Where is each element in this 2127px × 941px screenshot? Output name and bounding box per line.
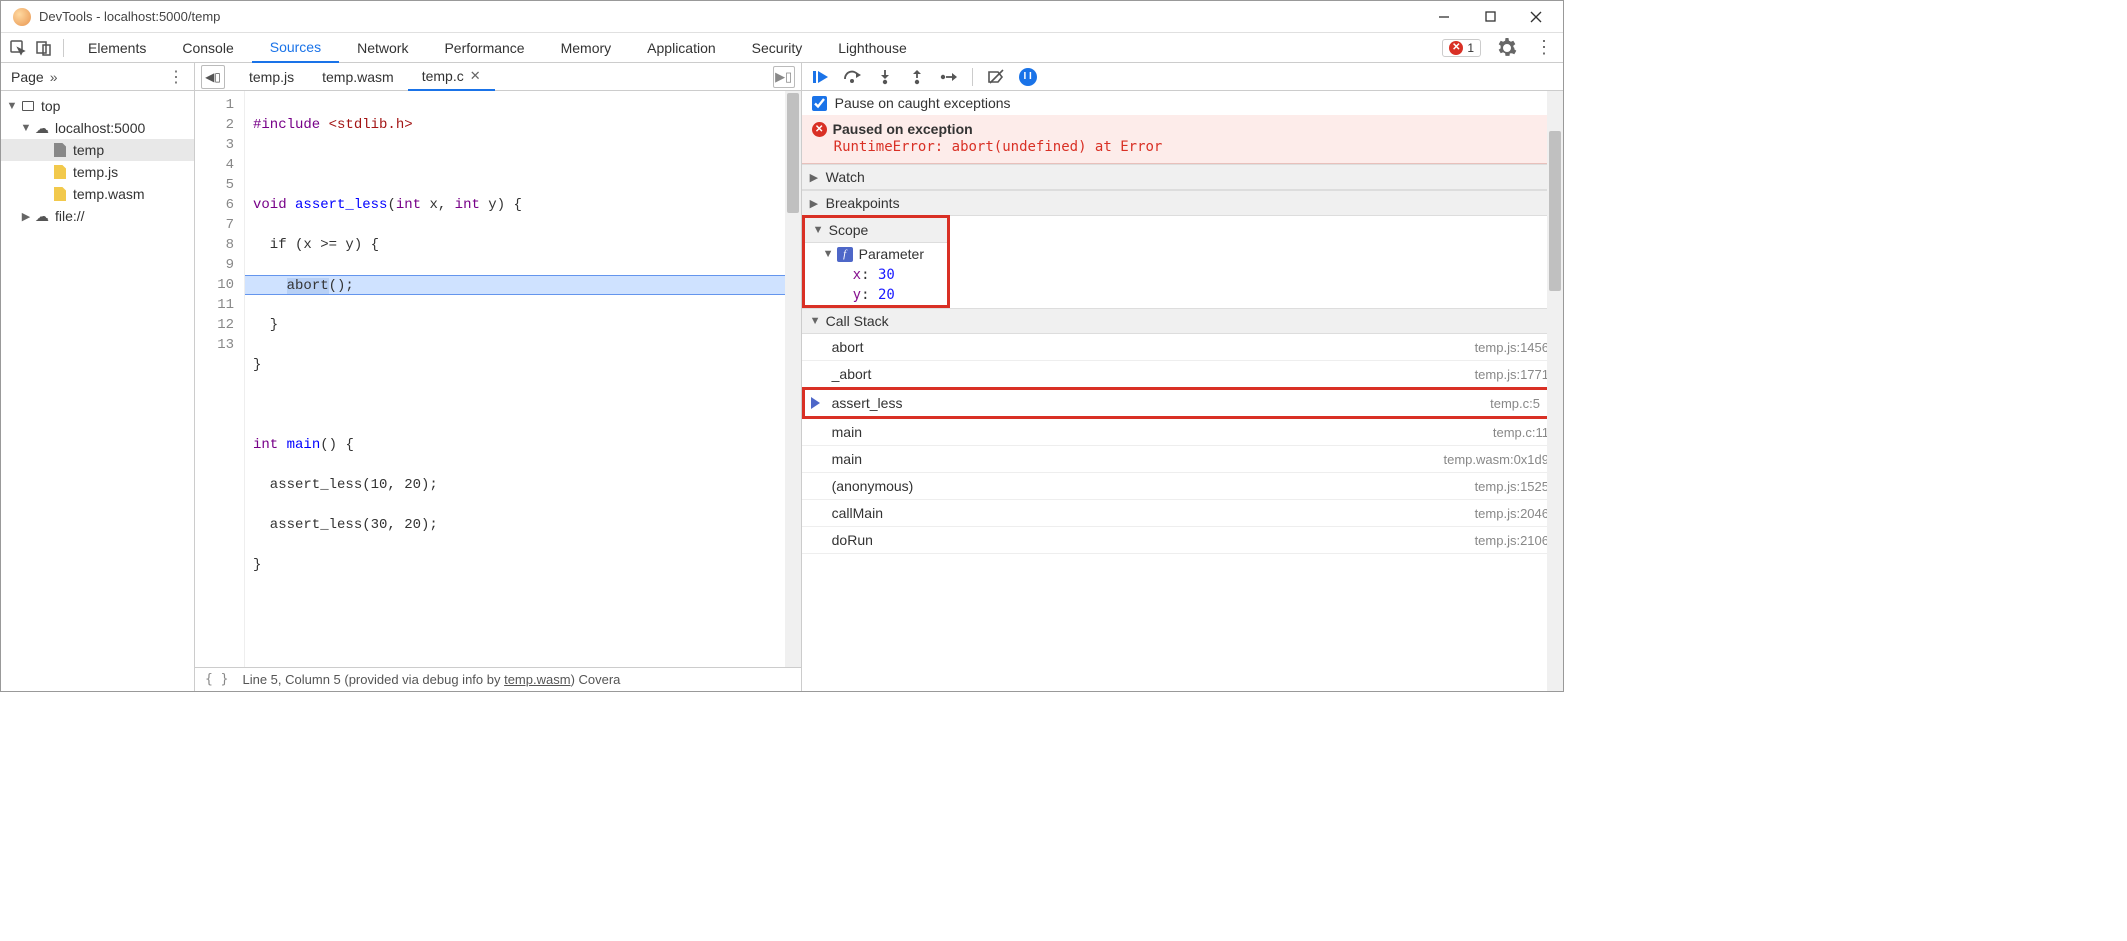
tree-origin-file[interactable]: ▶☁file://: [1, 205, 194, 227]
scope-var-y: y: 20: [805, 285, 947, 305]
step-over-icon[interactable]: [842, 66, 864, 88]
resume-icon[interactable]: [810, 66, 832, 88]
editor-tabbar: ◀▯ temp.js temp.wasm temp.c✕ ▶▯: [195, 63, 801, 91]
inspect-icon[interactable]: [5, 35, 31, 61]
step-into-icon[interactable]: [874, 66, 896, 88]
deactivate-breakpoints-icon[interactable]: [985, 66, 1007, 88]
pause-on-caught-row[interactable]: Pause on caught exceptions: [802, 91, 1563, 115]
debugger-scrollbar[interactable]: [1547, 91, 1563, 691]
section-watch[interactable]: ▶Watch: [802, 164, 1563, 190]
code-editor[interactable]: 12345678910111213 #include <stdlib.h> vo…: [195, 91, 801, 667]
tab-application[interactable]: Application: [629, 33, 734, 63]
editor-pane: ◀▯ temp.js temp.wasm temp.c✕ ▶▯ 12345678…: [195, 63, 802, 691]
cursor-position: Line 5, Column 5 (provided via debug inf…: [242, 672, 620, 687]
more-menu-icon[interactable]: ⋮: [1525, 37, 1563, 58]
tree-frame-top[interactable]: ▼top: [1, 95, 194, 117]
show-navigator-icon[interactable]: ◀▯: [201, 65, 225, 89]
tree-file-tempwasm[interactable]: temp.wasm: [1, 183, 194, 205]
section-breakpoints[interactable]: ▶Breakpoints: [802, 190, 1563, 216]
file-tree: ▼top ▼☁localhost:5000 temp temp.js temp.…: [1, 91, 194, 691]
tab-performance[interactable]: Performance: [426, 33, 542, 63]
pause-on-exceptions-icon[interactable]: I I: [1017, 66, 1039, 88]
section-scope[interactable]: ▼Scope: [805, 218, 947, 243]
tab-sources[interactable]: Sources: [252, 33, 339, 63]
stack-frame[interactable]: _aborttemp.js:1771: [802, 361, 1563, 388]
tree-file-tempjs[interactable]: temp.js: [1, 161, 194, 183]
editor-tab-tempwasm[interactable]: temp.wasm: [308, 63, 408, 91]
navigator-header: Page » ⋮: [1, 63, 194, 91]
pause-on-caught-checkbox[interactable]: [812, 96, 827, 111]
titlebar: DevTools - localhost:5000/temp: [1, 1, 1563, 33]
scope-parameter[interactable]: ▼fParameter: [805, 243, 947, 265]
gutter: 12345678910111213: [195, 91, 245, 667]
debugger-body: Pause on caught exceptions ✕ Paused on ex…: [802, 91, 1563, 691]
devtools-window: DevTools - localhost:5000/temp Elements …: [0, 0, 1564, 692]
tree-origin[interactable]: ▼☁localhost:5000: [1, 117, 194, 139]
exception-title: Paused on exception: [833, 121, 973, 137]
separator: [63, 39, 64, 57]
nav-tab-page[interactable]: Page: [11, 69, 44, 85]
scope-var-x: x: 30: [805, 265, 947, 285]
tab-elements[interactable]: Elements: [70, 33, 164, 63]
stack-frame[interactable]: maintemp.c:11: [802, 419, 1563, 446]
maximize-button[interactable]: [1467, 1, 1513, 32]
app-icon: [13, 8, 31, 26]
minimize-button[interactable]: [1421, 1, 1467, 32]
code-body[interactable]: #include <stdlib.h> void assert_less(int…: [245, 91, 785, 667]
tab-memory[interactable]: Memory: [543, 33, 630, 63]
error-count-badge[interactable]: ✕ 1: [1442, 39, 1481, 57]
scope-highlight-box: ▼Scope ▼fParameter x: 30 y: 20: [802, 215, 950, 308]
error-icon: ✕: [812, 122, 827, 137]
tab-security[interactable]: Security: [734, 33, 821, 63]
main-toolbar: Elements Console Sources Network Perform…: [1, 33, 1563, 63]
device-toggle-icon[interactable]: [31, 35, 57, 61]
run-snippet-icon[interactable]: ▶▯: [773, 66, 795, 88]
pretty-print-icon[interactable]: { }: [205, 672, 228, 687]
stack-frame[interactable]: doRuntemp.js:2106: [802, 527, 1563, 554]
error-dot-icon: ✕: [1449, 41, 1463, 55]
tree-file-temp[interactable]: temp: [1, 139, 194, 161]
stack-frame[interactable]: maintemp.wasm:0x1d9: [802, 446, 1563, 473]
step-out-icon[interactable]: [906, 66, 928, 88]
section-callstack[interactable]: ▼Call Stack: [802, 308, 1563, 334]
debugger-pane: I I Pause on caught exceptions ✕ Paused o…: [802, 63, 1563, 691]
stack-frame[interactable]: (anonymous)temp.js:1525: [802, 473, 1563, 500]
editor-tab-tempc[interactable]: temp.c✕: [408, 63, 495, 91]
exception-banner: ✕ Paused on exception RuntimeError: abort…: [802, 115, 1563, 164]
stack-frame-current[interactable]: assert_lesstemp.c:5: [802, 387, 1557, 419]
editor-statusbar: { } Line 5, Column 5 (provided via debug…: [195, 667, 801, 691]
nav-kebab-icon[interactable]: ⋮: [168, 67, 184, 87]
tab-lighthouse[interactable]: Lighthouse: [820, 33, 925, 63]
stack-frame[interactable]: callMaintemp.js:2046: [802, 500, 1563, 527]
window-title: DevTools - localhost:5000/temp: [39, 9, 1421, 24]
exception-message: RuntimeError: abort(undefined) at Error: [812, 139, 1553, 155]
settings-gear-icon[interactable]: [1497, 38, 1517, 58]
separator: [972, 68, 973, 86]
error-count: 1: [1467, 41, 1474, 55]
step-icon[interactable]: [938, 66, 960, 88]
cloud-icon: ☁: [33, 120, 51, 136]
stack-frame[interactable]: aborttemp.js:1456: [802, 334, 1563, 361]
navigator-pane: Page » ⋮ ▼top ▼☁localhost:5000 temp temp…: [1, 63, 195, 691]
editor-tab-tempjs[interactable]: temp.js: [235, 63, 308, 91]
main-area: Page » ⋮ ▼top ▼☁localhost:5000 temp temp…: [1, 63, 1563, 691]
debugger-toolbar: I I: [802, 63, 1563, 91]
function-badge-icon: f: [837, 247, 853, 262]
editor-scrollbar[interactable]: [785, 91, 801, 667]
cloud-icon: ☁: [33, 208, 51, 224]
tab-console[interactable]: Console: [164, 33, 251, 63]
close-button[interactable]: [1513, 1, 1559, 32]
tab-close-icon[interactable]: ✕: [470, 68, 481, 84]
debuginfo-link[interactable]: temp.wasm: [504, 672, 570, 687]
tab-network[interactable]: Network: [339, 33, 426, 63]
nav-more[interactable]: »: [50, 69, 58, 85]
